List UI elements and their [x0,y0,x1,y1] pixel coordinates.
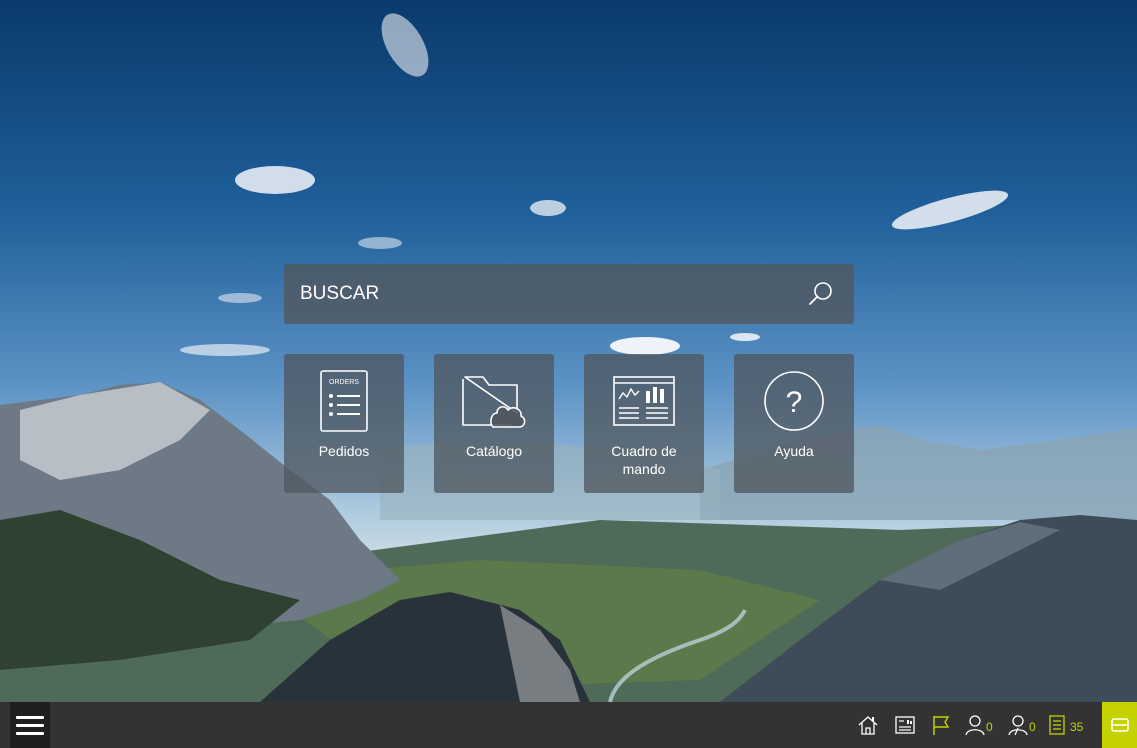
tile-label: Pedidos [318,443,370,459]
users-count[interactable]: 0 [1008,714,1036,736]
mountain-landscape-background [0,0,1137,702]
list-icon [1049,715,1065,735]
tile-label: Ayuda [774,443,814,459]
users-icon [1008,715,1028,736]
card-icon[interactable] [1102,702,1137,748]
users-count-value: 0 [1029,720,1036,734]
tile-catalogo[interactable]: Catálogo [434,354,554,493]
orders-document-icon: ORDERS [318,368,370,434]
hamburger-menu-icon[interactable] [10,702,50,748]
shortcut-tiles: ORDERS Pedidos Catálogo Cuadro de mando … [284,354,854,493]
tile-pedidos[interactable]: ORDERS Pedidos [284,354,404,493]
search-icon[interactable] [806,279,836,309]
flag-icon[interactable] [932,714,950,736]
user-count-value: 0 [986,720,993,734]
list-count[interactable]: 35 [1049,714,1083,736]
dashboard-chart-icon [613,368,675,434]
tile-label: Cuadro de mando [611,443,677,477]
list-count-value: 35 [1070,720,1084,734]
tile-label: Catálogo [465,443,523,459]
taskbar: 0 0 35 [0,702,1137,748]
report-icon[interactable] [895,714,915,736]
orders-icon-text: ORDERS [329,379,359,386]
tile-cuadro-de-mando[interactable]: Cuadro de mando [584,354,704,493]
home-icon[interactable] [857,714,879,736]
search-input[interactable] [298,282,806,306]
tile-ayuda[interactable]: ? Ayuda [734,354,854,493]
search-bar [284,264,854,324]
svg-text:?: ? [786,386,803,419]
user-icon [965,715,985,736]
help-circle-icon: ? [763,368,825,434]
user-count[interactable]: 0 [965,714,993,736]
folder-cloud-icon [461,368,527,434]
